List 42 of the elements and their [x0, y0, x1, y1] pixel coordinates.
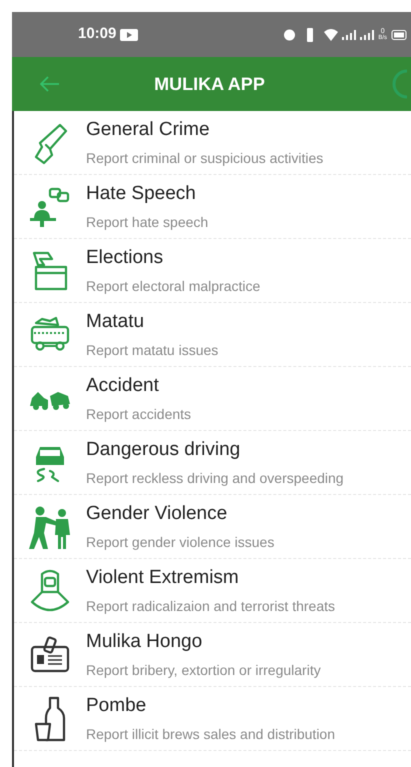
battery-icon	[391, 30, 407, 40]
category-subtitle: Report illicit brews sales and distribution	[86, 726, 335, 744]
category-subtitle: Report bribery, extortion or irregularity	[86, 662, 321, 680]
category-item[interactable]: General Crime Report criminal or suspicious activities	[14, 111, 411, 175]
app-title: MULIKA APP	[153, 72, 266, 96]
category-subtitle: Report radicalizaion and terrorist threats	[86, 598, 336, 616]
category-subtitle: Report criminal or suspicious activities	[86, 150, 324, 168]
category-item[interactable]: Mulika Hongo Report bribery, extortion or irregularity	[14, 623, 411, 687]
category-item[interactable]: Matatu Report matatu issues	[14, 303, 411, 367]
category-item[interactable]: Violent Extremism Report radicalizaion and terrorist threats	[14, 559, 411, 623]
category-item[interactable]: Pombe Report illicit brews sales and distribution	[14, 687, 411, 751]
category-title: Elections	[86, 246, 164, 270]
back-arrow-icon[interactable]	[40, 76, 60, 92]
category-title: Mulika Hongo	[86, 630, 204, 654]
category-title: General Crime	[86, 118, 211, 142]
status-time: 10:09	[78, 24, 116, 44]
category-subtitle: Report matatu issues	[86, 342, 218, 360]
category-subtitle: Report gender violence issues	[86, 534, 274, 552]
wifi-icon	[324, 28, 338, 40]
category-title: Pombe	[86, 694, 148, 718]
id-card-icon	[28, 634, 72, 674]
bottle-and-glass-icon	[32, 696, 68, 742]
category-title: Dangerous driving	[86, 438, 242, 462]
category-subtitle: Report electoral malpractice	[86, 278, 260, 296]
category-title: Violent Extremism	[86, 566, 240, 590]
category-item[interactable]: Dangerous driving Report reckless driving and overspeeding	[14, 431, 411, 495]
category-item[interactable]: Elections Report electoral malpractice	[14, 239, 411, 303]
category-title: Gender Violence	[86, 502, 228, 526]
signal-icon	[360, 30, 374, 40]
category-item[interactable]: Accident Report accidents	[14, 367, 411, 431]
category-subtitle: Report accidents	[86, 406, 192, 424]
category-title: Matatu	[86, 310, 146, 334]
category-title: Hate Speech	[86, 182, 197, 206]
category-subtitle: Report reckless driving and overspeeding	[86, 470, 344, 488]
alarm-icon	[283, 28, 296, 41]
category-subtitle: Report hate speech	[86, 214, 208, 232]
category-title: Accident	[86, 374, 160, 398]
video-icon	[120, 28, 138, 40]
category-item[interactable]: Hate Speech Report hate speech	[14, 175, 411, 239]
hooded-figure-icon	[28, 568, 72, 614]
signal-icon	[342, 30, 356, 40]
category-item[interactable]: Gender Violence Report gender violence issues	[14, 495, 411, 559]
